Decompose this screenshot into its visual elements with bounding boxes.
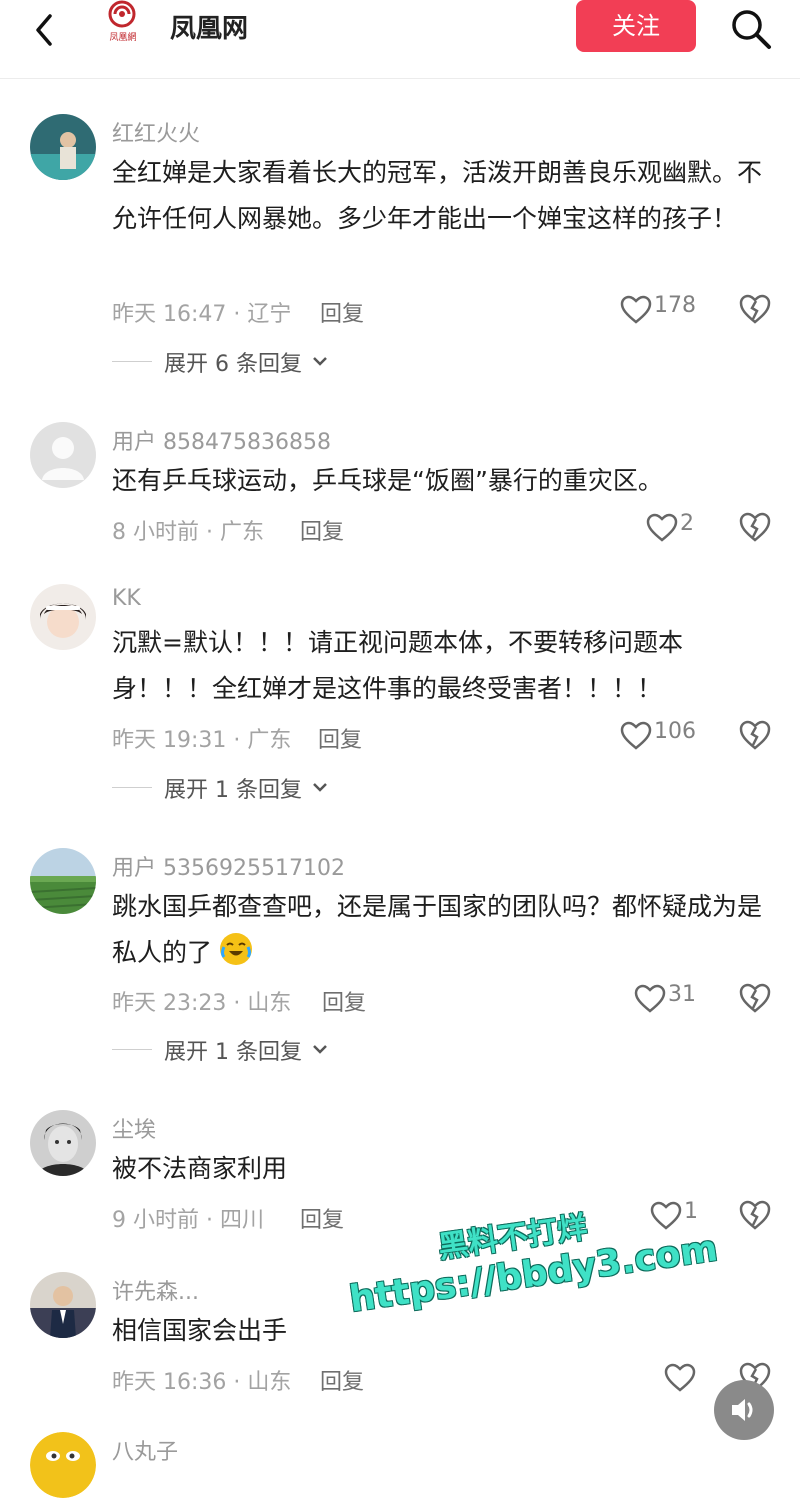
like-count: 178: [654, 293, 696, 318]
comment-text: 相信国家会出手: [112, 1316, 288, 1345]
comment-text: 被不法商家利用: [112, 1154, 288, 1183]
dislike-icon[interactable]: [738, 719, 772, 753]
follow-button[interactable]: 关注: [576, 0, 696, 52]
time-location: 昨天 19:31 · 广东: [112, 728, 292, 753]
divider: [112, 1049, 152, 1050]
dislike-icon[interactable]: [738, 1199, 772, 1233]
speaker-icon: [732, 1399, 753, 1421]
time-location: 昨天 16:47 · 辽宁: [112, 302, 292, 327]
like-count: 31: [668, 982, 696, 1007]
top-bar: 凤凰網 凤凰网 关注: [0, 0, 800, 79]
username[interactable]: 八丸子: [112, 1434, 178, 1466]
reply-button[interactable]: 回复: [322, 985, 366, 1017]
chevron-down-icon: [313, 1045, 327, 1054]
like-count: 106: [654, 719, 696, 744]
time-location: 昨天 23:23 · 山东: [112, 991, 292, 1016]
avatar[interactable]: [30, 848, 96, 914]
username[interactable]: 许先森...: [112, 1274, 199, 1306]
dislike-icon[interactable]: [738, 982, 772, 1016]
dislike-icon[interactable]: [738, 511, 772, 545]
heart-icon: [646, 513, 678, 542]
page-title: 凤凰网: [170, 14, 249, 44]
avatar[interactable]: [30, 422, 96, 488]
expand-replies-label: 展开 1 条回复: [164, 778, 302, 803]
username[interactable]: 红红火火: [112, 116, 200, 148]
chevron-down-icon: [313, 783, 327, 792]
heart-icon: [620, 295, 652, 324]
avatar[interactable]: [30, 1432, 96, 1498]
heart-icon: [634, 984, 666, 1013]
avatar[interactable]: [30, 584, 96, 650]
sound-button[interactable]: [714, 1380, 774, 1440]
comment-text-body: 跳水国乒都查查吧，还是属于国家的团队吗？都怀疑成为是私人的了: [112, 892, 763, 967]
username[interactable]: 尘埃: [112, 1112, 156, 1144]
reply-button[interactable]: 回复: [318, 722, 362, 754]
comment-text: 全红婵是大家看着长大的冠军，活泼开朗善良乐观幽默。不允许任何人网暴她。多少年才能…: [112, 158, 763, 233]
reply-button[interactable]: 回复: [320, 1364, 364, 1396]
like-button[interactable]: 2: [646, 511, 706, 545]
back-arrow-icon[interactable]: [26, 10, 66, 50]
username[interactable]: 用户 858475836858: [112, 424, 331, 456]
logo-caption: 凤凰網: [109, 33, 137, 43]
like-button[interactable]: 106: [620, 719, 710, 753]
search-icon[interactable]: [728, 6, 774, 52]
time-location: 9 小时前 · 四川: [112, 1208, 264, 1233]
divider: [112, 787, 152, 788]
comment-text: 跳水国乒都查查吧，还是属于国家的团队吗？都怀疑成为是私人的了: [112, 884, 762, 976]
comment-text: 沉默=默认！！！请正视问题本体，不要转移问题本身！！！全红婵才是这件事的最终受害…: [112, 628, 683, 703]
time-location: 8 小时前 · 广东: [112, 520, 264, 545]
chevron-down-icon: [313, 357, 327, 366]
like-count: 2: [680, 511, 694, 536]
like-button[interactable]: [664, 1361, 704, 1395]
like-button[interactable]: 31: [634, 982, 710, 1016]
username[interactable]: 用户 5356925517102: [112, 850, 345, 882]
comment-text: 还有乒乓球运动，乒乓球是“饭圈”暴行的重灾区。: [112, 466, 663, 495]
avatar[interactable]: [30, 114, 96, 180]
username[interactable]: KK: [112, 586, 141, 611]
heart-icon: [620, 721, 652, 750]
divider: [112, 361, 152, 362]
reply-button[interactable]: 回复: [300, 1202, 344, 1234]
laugh-cry-emoji-icon: [219, 933, 252, 965]
avatar[interactable]: [30, 1272, 96, 1338]
expand-replies-label: 展开 6 条回复: [164, 352, 302, 377]
heart-icon: [664, 1363, 696, 1392]
time-location: 昨天 16:36 · 山东: [112, 1370, 292, 1395]
watermark: 黑料不打烊 https://bbdy3.com: [341, 1185, 720, 1320]
like-button[interactable]: 178: [620, 293, 710, 327]
expand-replies[interactable]: 展开 6 条回复: [112, 346, 352, 377]
reply-button[interactable]: 回复: [300, 514, 344, 546]
expand-replies[interactable]: 展开 1 条回复: [112, 772, 352, 803]
avatar[interactable]: [30, 1110, 96, 1176]
reply-button[interactable]: 回复: [320, 296, 364, 328]
expand-replies[interactable]: 展开 1 条回复: [112, 1034, 352, 1065]
expand-replies-label: 展开 1 条回复: [164, 1040, 302, 1065]
dislike-icon[interactable]: [738, 293, 772, 327]
